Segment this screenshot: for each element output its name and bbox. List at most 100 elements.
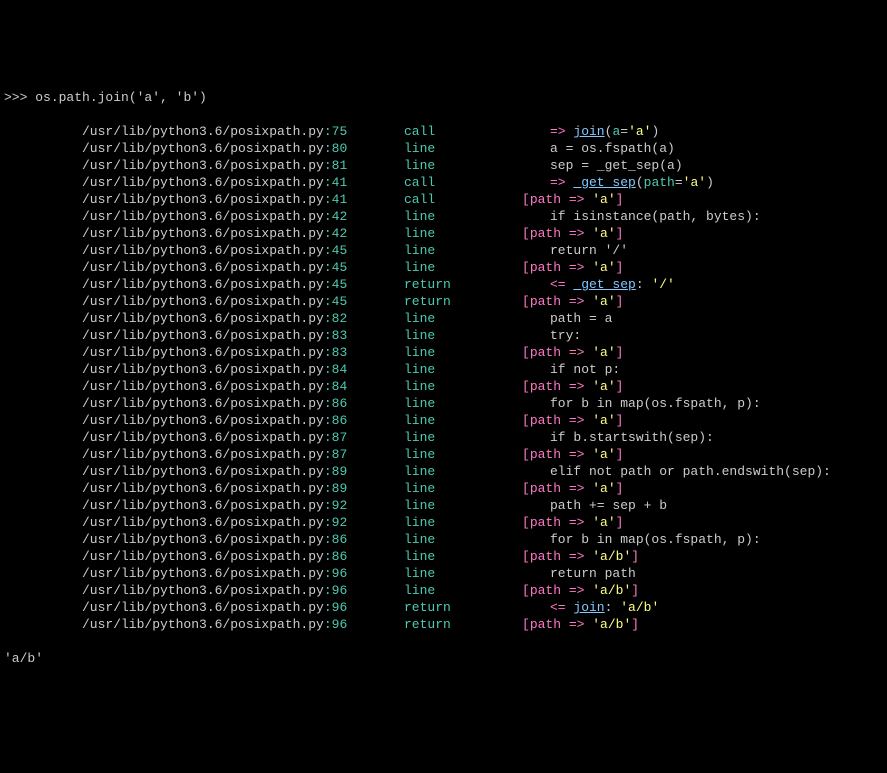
detail-col: path = a <box>522 310 612 327</box>
detail-col: path += sep + b <box>522 497 667 514</box>
trace-row: /usr/lib/python3.6/posixpath.py:87line[p… <box>4 446 883 463</box>
detail-col: if not p: <box>522 361 620 378</box>
event-col: line <box>404 378 522 395</box>
file-col: /usr/lib/python3.6/posixpath.py:45 <box>4 259 404 276</box>
trace-row: /usr/lib/python3.6/posixpath.py:81linese… <box>4 157 883 174</box>
detail-col: [path => 'a'] <box>522 191 623 208</box>
prompt: >>> <box>4 90 35 105</box>
detail-col: [path => 'a'] <box>522 412 623 429</box>
detail-col: elif not path or path.endswith(sep): <box>522 463 831 480</box>
trace-output: /usr/lib/python3.6/posixpath.py:75call=>… <box>4 123 883 633</box>
trace-row: /usr/lib/python3.6/posixpath.py:89line[p… <box>4 480 883 497</box>
event-col: line <box>404 412 522 429</box>
file-col: /usr/lib/python3.6/posixpath.py:96 <box>4 616 404 633</box>
trace-row: /usr/lib/python3.6/posixpath.py:41call[p… <box>4 191 883 208</box>
detail-col: [path => 'a'] <box>522 259 623 276</box>
detail-col: [path => 'a'] <box>522 225 623 242</box>
detail-col: sep = _get_sep(a) <box>522 157 683 174</box>
file-col: /usr/lib/python3.6/posixpath.py:86 <box>4 548 404 565</box>
file-col: /usr/lib/python3.6/posixpath.py:81 <box>4 157 404 174</box>
trace-row: /usr/lib/python3.6/posixpath.py:92linepa… <box>4 497 883 514</box>
event-col: return <box>404 276 522 293</box>
event-col: line <box>404 327 522 344</box>
detail-col: [path => 'a'] <box>522 480 623 497</box>
trace-row: /usr/lib/python3.6/posixpath.py:82linepa… <box>4 310 883 327</box>
func-link[interactable]: _get_sep <box>573 277 635 292</box>
file-col: /usr/lib/python3.6/posixpath.py:96 <box>4 565 404 582</box>
file-col: /usr/lib/python3.6/posixpath.py:42 <box>4 208 404 225</box>
file-col: /usr/lib/python3.6/posixpath.py:96 <box>4 582 404 599</box>
trace-row: /usr/lib/python3.6/posixpath.py:87lineif… <box>4 429 883 446</box>
detail-col: return path <box>522 565 636 582</box>
result-line: 'a/b' <box>4 650 883 667</box>
file-col: /usr/lib/python3.6/posixpath.py:87 <box>4 429 404 446</box>
event-col: line <box>404 446 522 463</box>
detail-col: return '/' <box>522 242 628 259</box>
func-link[interactable]: join <box>573 600 604 615</box>
detail-col: [path => 'a'] <box>522 514 623 531</box>
event-col: call <box>404 123 522 140</box>
file-col: /usr/lib/python3.6/posixpath.py:86 <box>4 531 404 548</box>
func-link[interactable]: _get_sep <box>573 175 635 190</box>
trace-row: /usr/lib/python3.6/posixpath.py:84lineif… <box>4 361 883 378</box>
trace-row: /usr/lib/python3.6/posixpath.py:42lineif… <box>4 208 883 225</box>
trace-row: /usr/lib/python3.6/posixpath.py:83linetr… <box>4 327 883 344</box>
event-col: return <box>404 293 522 310</box>
event-col: line <box>404 208 522 225</box>
terminal[interactable]: >>> os.path.join('a', 'b') /usr/lib/pyth… <box>4 72 883 684</box>
detail-col: [path => 'a'] <box>522 344 623 361</box>
trace-row: /usr/lib/python3.6/posixpath.py:96line[p… <box>4 582 883 599</box>
command-input[interactable]: os.path.join('a', 'b') <box>35 90 207 105</box>
trace-row: /usr/lib/python3.6/posixpath.py:86line[p… <box>4 548 883 565</box>
file-col: /usr/lib/python3.6/posixpath.py:41 <box>4 174 404 191</box>
file-col: /usr/lib/python3.6/posixpath.py:86 <box>4 412 404 429</box>
detail-col: [path => 'a'] <box>522 446 623 463</box>
event-col: line <box>404 242 522 259</box>
detail-col: <= join: 'a/b' <box>522 599 659 616</box>
trace-row: /usr/lib/python3.6/posixpath.py:45return… <box>4 293 883 310</box>
trace-row: /usr/lib/python3.6/posixpath.py:96return… <box>4 616 883 633</box>
event-col: line <box>404 480 522 497</box>
event-col: line <box>404 259 522 276</box>
event-col: line <box>404 582 522 599</box>
event-col: line <box>404 548 522 565</box>
event-col: line <box>404 514 522 531</box>
event-col: line <box>404 344 522 361</box>
detail-col: a = os.fspath(a) <box>522 140 675 157</box>
file-col: /usr/lib/python3.6/posixpath.py:96 <box>4 599 404 616</box>
detail-col: for b in map(os.fspath, p): <box>522 531 761 548</box>
event-col: line <box>404 361 522 378</box>
detail-col: [path => 'a'] <box>522 378 623 395</box>
file-col: /usr/lib/python3.6/posixpath.py:89 <box>4 463 404 480</box>
trace-row: /usr/lib/python3.6/posixpath.py:83line[p… <box>4 344 883 361</box>
detail-col: [path => 'a/b'] <box>522 616 639 633</box>
file-col: /usr/lib/python3.6/posixpath.py:89 <box>4 480 404 497</box>
file-col: /usr/lib/python3.6/posixpath.py:41 <box>4 191 404 208</box>
trace-row: /usr/lib/python3.6/posixpath.py:84line[p… <box>4 378 883 395</box>
detail-col: if b.startswith(sep): <box>522 429 714 446</box>
trace-row: /usr/lib/python3.6/posixpath.py:45linere… <box>4 242 883 259</box>
trace-row: /usr/lib/python3.6/posixpath.py:45line[p… <box>4 259 883 276</box>
trace-row: /usr/lib/python3.6/posixpath.py:86line[p… <box>4 412 883 429</box>
detail-col: <= _get_sep: '/' <box>522 276 675 293</box>
trace-row: /usr/lib/python3.6/posixpath.py:42line[p… <box>4 225 883 242</box>
input-line[interactable]: >>> os.path.join('a', 'b') <box>4 89 883 106</box>
event-col: call <box>404 174 522 191</box>
file-col: /usr/lib/python3.6/posixpath.py:42 <box>4 225 404 242</box>
trace-row: /usr/lib/python3.6/posixpath.py:96return… <box>4 599 883 616</box>
func-link[interactable]: join <box>573 124 604 139</box>
trace-row: /usr/lib/python3.6/posixpath.py:96linere… <box>4 565 883 582</box>
detail-col: [path => 'a/b'] <box>522 582 639 599</box>
detail-col: if isinstance(path, bytes): <box>522 208 761 225</box>
event-col: line <box>404 497 522 514</box>
event-col: line <box>404 565 522 582</box>
event-col: line <box>404 531 522 548</box>
detail-col: [path => 'a'] <box>522 293 623 310</box>
event-col: line <box>404 463 522 480</box>
event-col: line <box>404 429 522 446</box>
event-col: line <box>404 225 522 242</box>
trace-row: /usr/lib/python3.6/posixpath.py:92line[p… <box>4 514 883 531</box>
event-col: call <box>404 191 522 208</box>
event-col: line <box>404 395 522 412</box>
trace-row: /usr/lib/python3.6/posixpath.py:45return… <box>4 276 883 293</box>
